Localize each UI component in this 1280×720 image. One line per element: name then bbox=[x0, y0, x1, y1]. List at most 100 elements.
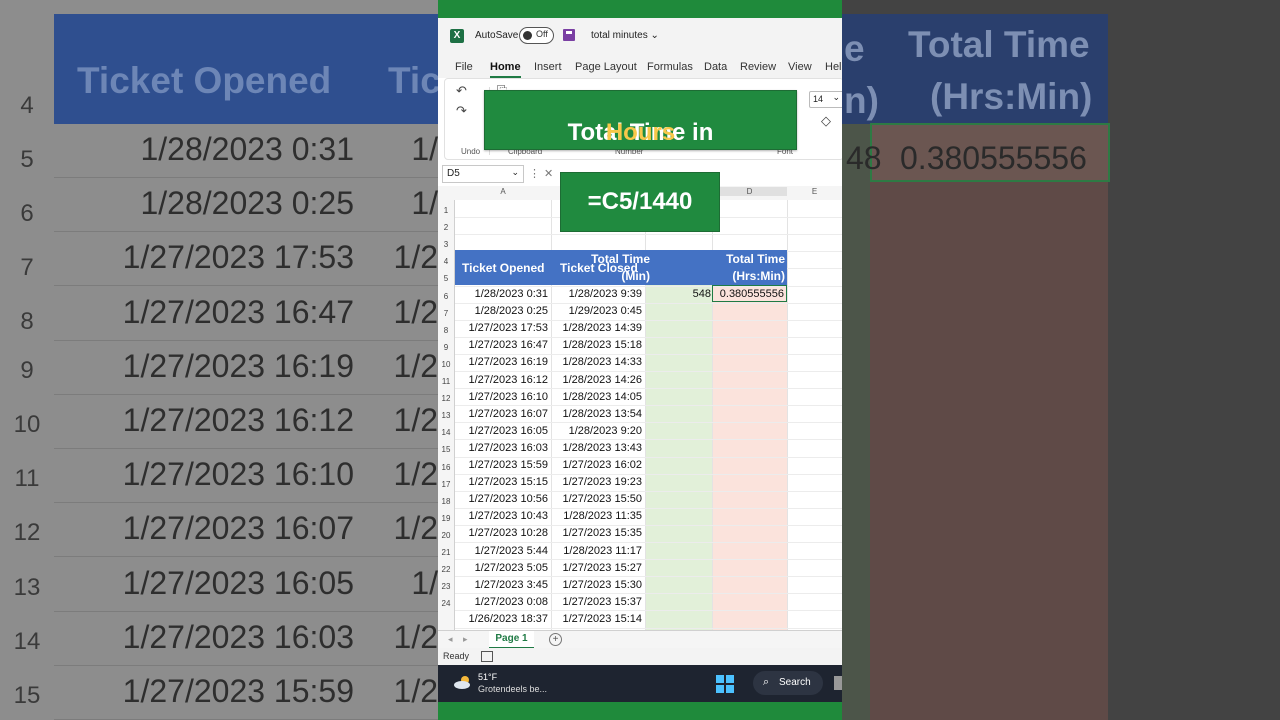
name-box[interactable]: D5 ⌄ bbox=[442, 165, 524, 183]
row-number[interactable]: 20 bbox=[438, 531, 454, 540]
row-number[interactable]: 14 bbox=[438, 428, 454, 437]
menu-home[interactable]: Home bbox=[490, 61, 521, 78]
cell-ticket-opened[interactable]: 1/27/2023 16:19 bbox=[468, 356, 548, 368]
tab-page-1[interactable]: Page 1 bbox=[489, 631, 534, 649]
row-number[interactable]: 23 bbox=[438, 582, 454, 591]
row-number[interactable]: 4 bbox=[438, 257, 454, 266]
row-number[interactable]: 24 bbox=[438, 599, 454, 608]
cell-ticket-opened[interactable]: 1/27/2023 16:05 bbox=[468, 425, 548, 437]
row-number[interactable]: 16 bbox=[438, 463, 454, 472]
row-number[interactable]: 10 bbox=[438, 360, 454, 369]
cell-ticket-closed[interactable]: 1/27/2023 15:35 bbox=[562, 527, 642, 539]
header-total-min-line2[interactable]: (Min) bbox=[621, 269, 650, 283]
cell-ticket-closed[interactable]: 1/28/2023 14:33 bbox=[562, 356, 642, 368]
column-header-a[interactable]: A bbox=[455, 187, 551, 196]
taskbar-search[interactable]: ⌕ Search bbox=[753, 671, 823, 695]
menu-help[interactable]: Help bbox=[825, 61, 842, 73]
cell-ticket-opened[interactable]: 1/27/2023 16:07 bbox=[468, 408, 548, 420]
cell-ticket-opened[interactable]: 1/27/2023 16:10 bbox=[468, 391, 548, 403]
taskbar-app-icon[interactable] bbox=[834, 676, 842, 690]
cell-ticket-opened[interactable]: 1/27/2023 10:28 bbox=[468, 527, 548, 539]
cell-ticket-opened[interactable]: 1/27/2023 17:53 bbox=[468, 322, 548, 334]
cell-ticket-closed[interactable]: 1/28/2023 14:05 bbox=[562, 391, 642, 403]
row-number[interactable]: 5 bbox=[438, 274, 454, 283]
row-number[interactable]: 18 bbox=[438, 497, 454, 506]
menu-insert[interactable]: Insert bbox=[534, 61, 562, 73]
column-header-d[interactable]: D bbox=[712, 187, 787, 196]
font-size-select[interactable]: 14 ⌄ bbox=[809, 91, 842, 108]
row-number[interactable]: 2 bbox=[438, 223, 454, 232]
cell-ticket-closed[interactable]: 1/28/2023 11:17 bbox=[563, 545, 642, 557]
cell-ticket-closed[interactable]: 1/28/2023 11:35 bbox=[563, 510, 642, 522]
redo-icon[interactable]: ↷ bbox=[456, 103, 467, 119]
row-number[interactable]: 8 bbox=[438, 326, 454, 335]
cell-ticket-closed[interactable]: 1/27/2023 15:27 bbox=[562, 562, 642, 574]
cell-ticket-opened[interactable]: 1/27/2023 10:56 bbox=[468, 493, 548, 505]
row-number[interactable]: 7 bbox=[438, 309, 454, 318]
menu-data[interactable]: Data bbox=[704, 61, 727, 73]
row-number[interactable]: 1 bbox=[438, 206, 454, 215]
column-header-e[interactable]: E bbox=[787, 187, 842, 196]
cell-ticket-closed[interactable]: 1/28/2023 15:18 bbox=[562, 339, 642, 351]
cell-ticket-closed[interactable]: 1/27/2023 16:02 bbox=[562, 459, 642, 471]
cell-c5[interactable]: 548 bbox=[693, 288, 711, 300]
cancel-icon[interactable]: ✕ bbox=[544, 167, 553, 180]
cell-ticket-opened[interactable]: 1/27/2023 16:03 bbox=[468, 442, 548, 454]
more-icon[interactable]: ⋮ bbox=[529, 167, 540, 180]
cell-ticket-opened[interactable]: 1/27/2023 10:43 bbox=[468, 510, 548, 522]
worksheet-grid[interactable]: 1 2 3 4 5 6 7 8 9 10 11 12 13 14 15 16 17 18 19 20 21 22 23 24 … bbox=[438, 200, 842, 630]
menu-review[interactable]: Review bbox=[740, 61, 776, 73]
autosave-toggle[interactable]: Off bbox=[519, 27, 554, 44]
cell-ticket-closed[interactable]: 1/29/2023 0:45 bbox=[569, 305, 642, 317]
cell-ticket-closed[interactable]: 1/27/2023 19:23 bbox=[562, 476, 642, 488]
cell-ticket-opened[interactable]: 1/27/2023 5:44 bbox=[475, 545, 548, 557]
cell-ticket-opened[interactable]: 1/27/2023 16:47 bbox=[468, 339, 548, 351]
fill-color-icon[interactable]: ◇ bbox=[821, 113, 831, 129]
menu-file[interactable]: File bbox=[455, 61, 473, 73]
row-number[interactable]: 21 bbox=[438, 548, 454, 557]
menu-formulas[interactable]: Formulas bbox=[647, 61, 693, 73]
add-sheet-icon[interactable]: + bbox=[549, 633, 562, 646]
cell-ticket-closed[interactable]: 1/28/2023 14:39 bbox=[562, 322, 642, 334]
undo-icon[interactable]: ↶ bbox=[456, 83, 467, 99]
cell-ticket-opened[interactable]: 1/27/2023 0:08 bbox=[475, 596, 548, 608]
weather-cloud-icon[interactable] bbox=[453, 675, 473, 689]
row-number[interactable]: 13 bbox=[438, 411, 454, 420]
cell-ticket-closed[interactable]: 1/28/2023 13:43 bbox=[562, 442, 642, 454]
cell-ticket-opened[interactable]: 1/28/2023 0:25 bbox=[475, 305, 548, 317]
cell-ticket-closed[interactable]: 1/28/2023 14:26 bbox=[562, 374, 642, 386]
row-number[interactable]: 3 bbox=[438, 240, 454, 249]
header-total-hrs-line2[interactable]: (Hrs:Min) bbox=[732, 269, 785, 283]
cell-ticket-opened[interactable]: 1/27/2023 3:45 bbox=[475, 579, 548, 591]
cell-ticket-opened[interactable]: 1/28/2023 0:31 bbox=[475, 288, 548, 300]
tab-prev-icon[interactable]: ◂ bbox=[448, 634, 453, 645]
document-title[interactable]: total minutes ⌄ bbox=[591, 30, 659, 41]
row-number[interactable]: 15 bbox=[438, 445, 454, 454]
row-number[interactable]: 12 bbox=[438, 394, 454, 403]
cell-ticket-opened[interactable]: 1/27/2023 5:05 bbox=[475, 562, 548, 574]
row-number[interactable]: 11 bbox=[438, 377, 454, 386]
cell-ticket-closed[interactable]: 1/28/2023 13:54 bbox=[562, 408, 642, 420]
header-total-min-line1[interactable]: Total Time bbox=[591, 252, 650, 266]
save-icon[interactable] bbox=[563, 29, 575, 41]
row-number[interactable]: 22 bbox=[438, 565, 454, 574]
cell-ticket-closed[interactable]: 1/28/2023 9:39 bbox=[569, 288, 642, 300]
cell-ticket-opened[interactable]: 1/27/2023 15:15 bbox=[468, 476, 548, 488]
cell-ticket-closed[interactable]: 1/27/2023 15:14 bbox=[562, 613, 642, 625]
header-total-hrs-line1[interactable]: Total Time bbox=[726, 252, 785, 266]
menu-view[interactable]: View bbox=[788, 61, 812, 73]
row-number[interactable]: 6 bbox=[438, 292, 454, 301]
tab-next-icon[interactable]: ▸ bbox=[463, 634, 468, 645]
cell-ticket-closed[interactable]: 1/27/2023 15:30 bbox=[562, 579, 642, 591]
cell-ticket-closed[interactable]: 1/28/2023 9:20 bbox=[569, 425, 642, 437]
menu-page-layout[interactable]: Page Layout bbox=[575, 61, 637, 73]
cell-ticket-opened[interactable]: 1/27/2023 15:59 bbox=[468, 459, 548, 471]
windows-start-icon[interactable] bbox=[716, 675, 734, 693]
cell-ticket-closed[interactable]: 1/27/2023 15:50 bbox=[562, 493, 642, 505]
cell-ticket-closed[interactable]: 1/27/2023 15:37 bbox=[562, 596, 642, 608]
cell-ticket-opened[interactable]: 1/26/2023 18:37 bbox=[468, 613, 548, 625]
row-number[interactable]: 19 bbox=[438, 514, 454, 523]
cell-ticket-opened[interactable]: 1/27/2023 16:12 bbox=[468, 374, 548, 386]
row-number[interactable]: 17 bbox=[438, 480, 454, 489]
row-number[interactable]: 9 bbox=[438, 343, 454, 352]
